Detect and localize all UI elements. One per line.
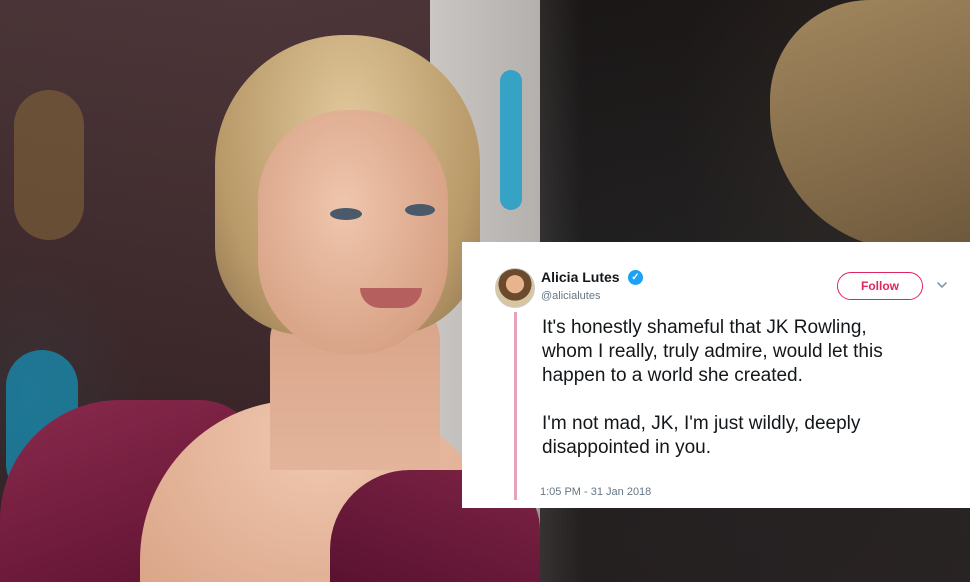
tweet-timestamp[interactable]: 1:05 PM - 31 Jan 2018 bbox=[540, 486, 651, 498]
follow-button[interactable]: Follow bbox=[837, 272, 923, 300]
chevron-down-icon[interactable] bbox=[935, 278, 949, 292]
face bbox=[258, 110, 448, 355]
right-eye bbox=[405, 204, 435, 216]
avatar[interactable] bbox=[495, 268, 535, 308]
tweet-card: Alicia Lutes ✓ @alicialutes Follow It's … bbox=[462, 242, 970, 508]
panel-logo bbox=[500, 70, 522, 210]
author-name[interactable]: Alicia Lutes bbox=[541, 269, 620, 285]
tweet-text: It's honestly shameful that JK Rowling, … bbox=[542, 317, 883, 458]
award-mask-logo bbox=[14, 90, 84, 240]
author-handle[interactable]: @alicialutes bbox=[541, 290, 600, 302]
left-eye bbox=[330, 208, 362, 220]
thread-line bbox=[514, 312, 517, 500]
verified-badge-icon: ✓ bbox=[628, 270, 643, 285]
